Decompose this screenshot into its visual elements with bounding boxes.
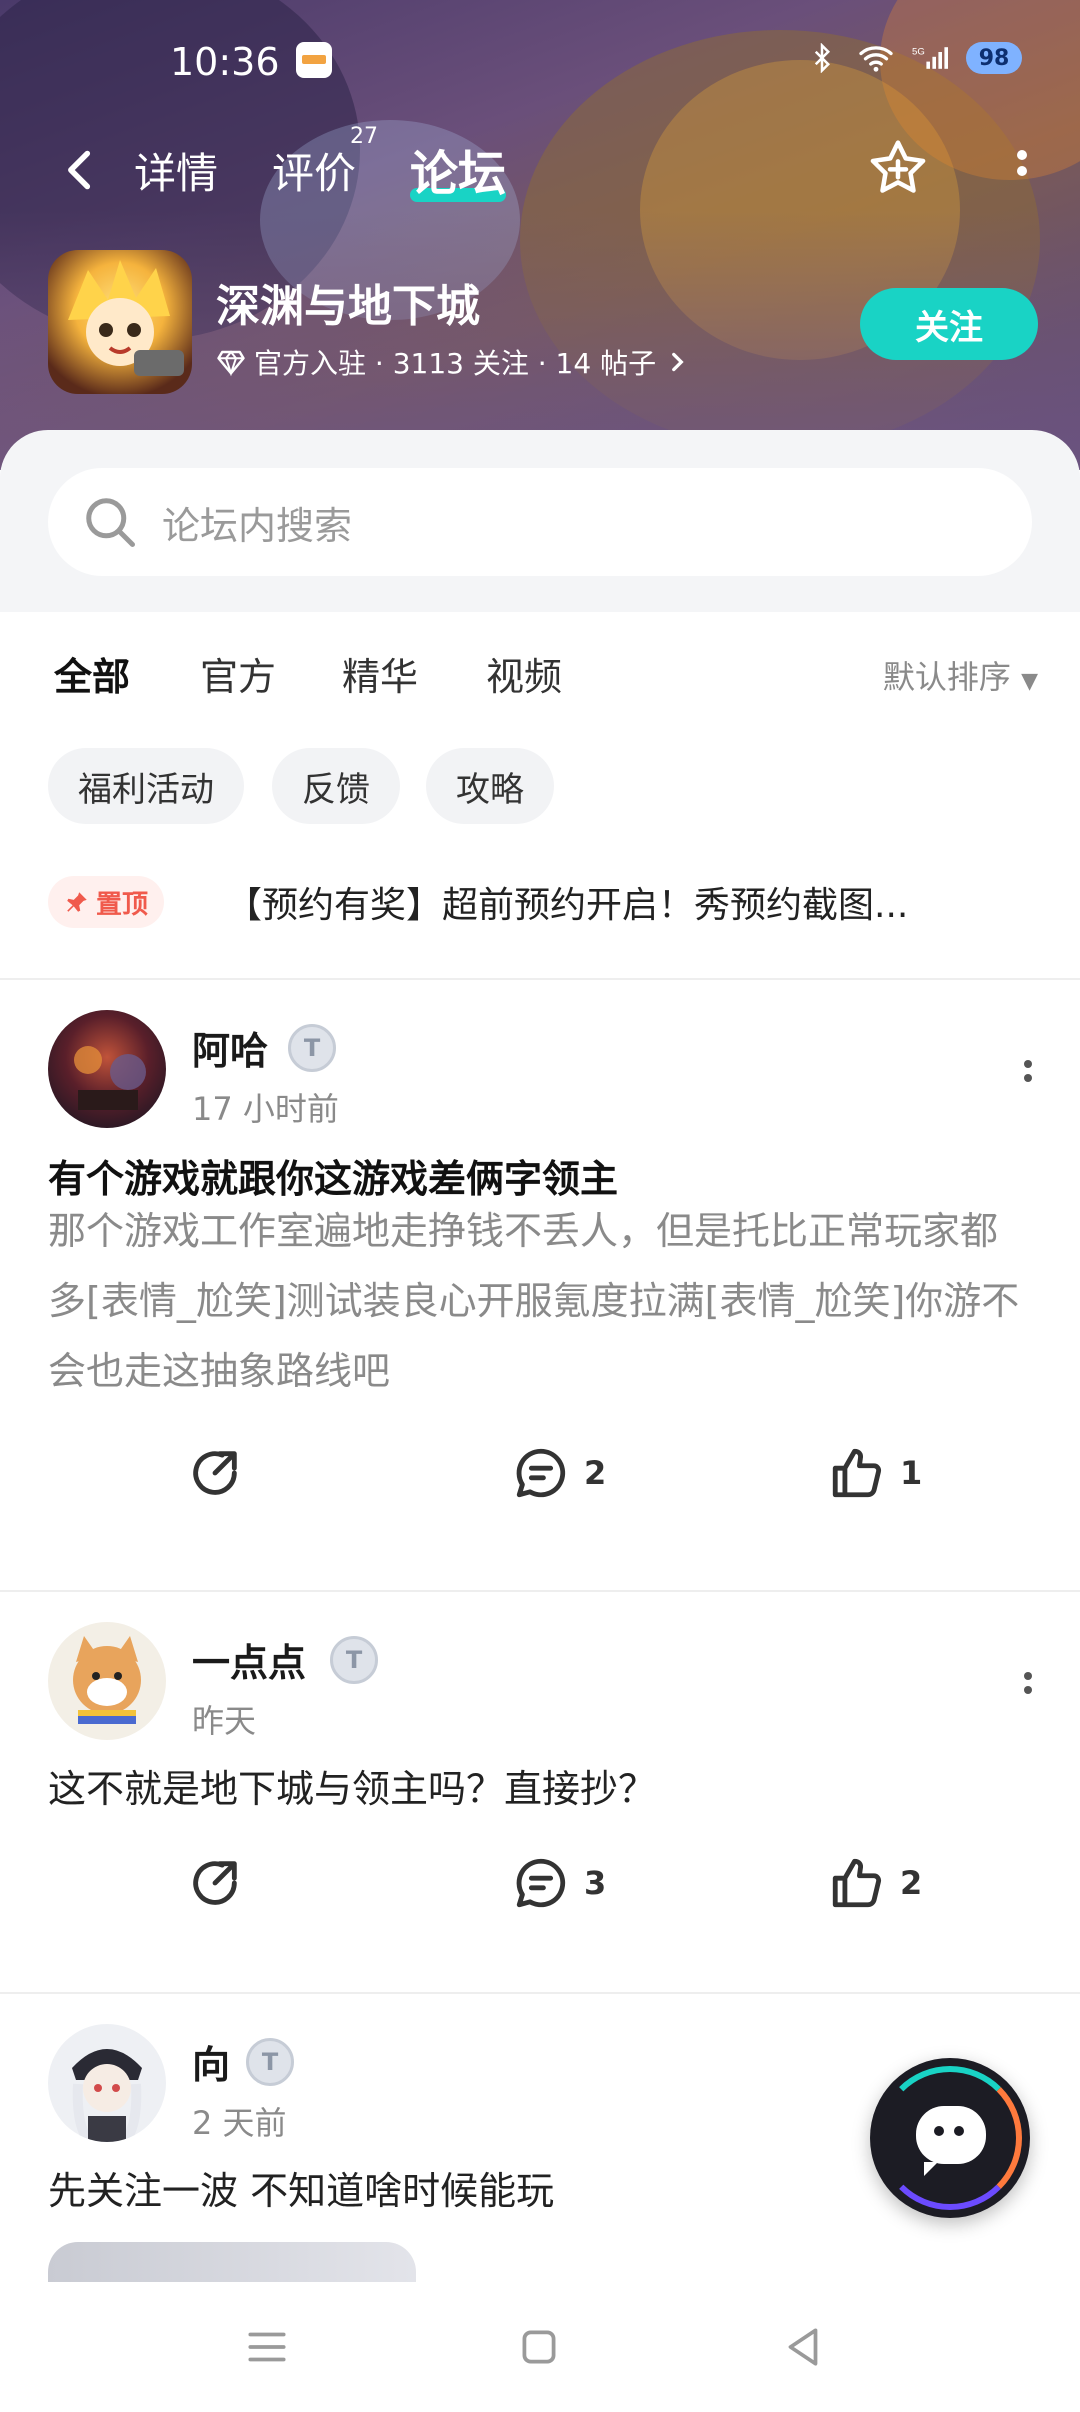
user-level-badge: T <box>246 2038 294 2086</box>
more-options-button[interactable] <box>1012 144 1032 196</box>
notification-app-icon <box>296 42 332 78</box>
pinned-badge: 置顶 <box>48 876 165 928</box>
like-button[interactable]: 1 <box>828 1438 922 1508</box>
avatar[interactable] <box>48 1010 166 1128</box>
post-author[interactable]: 向 <box>192 2034 230 2089</box>
sort-dropdown[interactable]: 默认排序 ▼ <box>883 652 1038 698</box>
top-navigation: 详情 评价 27 论坛 <box>0 124 1080 210</box>
post-more-button[interactable] <box>1020 1666 1036 1714</box>
chevron-right-icon <box>672 352 684 372</box>
avatar[interactable] <box>48 2024 166 2142</box>
user-level-badge: T <box>330 1636 378 1684</box>
post-text: 先关注一波 不知道啥时候能玩 <box>48 2169 555 2213</box>
post-actions: 3 2 <box>0 1848 1080 1918</box>
like-count: 2 <box>900 1864 923 1902</box>
filter-tab-featured[interactable]: 精华 <box>342 646 418 701</box>
tab-forum[interactable]: 论坛 <box>410 134 507 204</box>
back-button[interactable] <box>58 144 102 196</box>
post-text: 这不就是地下城与领主吗？直接抄？ <box>48 1767 657 1811</box>
chip-feedback[interactable]: 反馈 <box>272 748 400 824</box>
pinned-badge-label: 置顶 <box>96 889 149 920</box>
avatar[interactable] <box>48 1622 166 1740</box>
svg-text:5G: 5G <box>912 46 925 57</box>
reviews-count-badge: 27 <box>350 124 378 149</box>
post-time: 昨天 <box>192 1702 257 1740</box>
caret-down-icon: ▼ <box>1021 669 1038 694</box>
comment-button[interactable]: 3 <box>512 1848 606 1918</box>
post-body: 那个游戏工作室遍地走挣钱不丢人，但是托比正常玩家都多[表情_尬笑]测试装良心开服… <box>48 1209 1020 1393</box>
cellular-signal-icon: 5G <box>912 40 948 76</box>
user-level-badge: T <box>288 1024 336 1072</box>
star-plus-icon <box>870 140 926 193</box>
topic-chips: 福利活动 反馈 攻略 <box>0 740 1080 850</box>
pin-icon <box>67 892 87 912</box>
like-button[interactable]: 2 <box>828 1848 922 1918</box>
wifi-icon <box>858 40 894 76</box>
filter-tab-official[interactable]: 官方 <box>200 646 276 701</box>
comment-button[interactable]: 2 <box>512 1438 606 1508</box>
post-time: 17 小时前 <box>192 1090 339 1128</box>
status-time: 10:36 <box>170 40 280 84</box>
post-title: 有个游戏就跟你这游戏差俩字领主 <box>48 1157 619 1201</box>
filter-tabs: 全部 官方 精华 视频 默认排序 ▼ <box>0 612 1080 740</box>
comment-count: 3 <box>584 1864 607 1902</box>
bluetooth-icon <box>804 40 840 76</box>
game-title: 深渊与地下城 <box>216 281 480 332</box>
share-icon <box>193 1861 237 1905</box>
tab-reviews[interactable]: 评价 <box>272 140 356 201</box>
post-actions: 2 1 <box>0 1438 1080 1508</box>
share-button[interactable] <box>186 1848 244 1918</box>
diamond-verified-icon <box>217 350 245 377</box>
tab-details[interactable]: 详情 <box>134 140 218 201</box>
filter-tab-all-label: 全部 <box>54 655 131 699</box>
game-meta[interactable]: 官方入驻 · 3113 关注 · 14 帖子 <box>216 342 690 382</box>
filter-tab-all[interactable]: 全部 <box>54 646 130 701</box>
post-author[interactable]: 阿哈 <box>192 1020 268 1075</box>
add-favorite-button[interactable] <box>866 136 930 200</box>
post-time: 2 天前 <box>192 2104 287 2142</box>
chat-bubble-icon <box>916 2106 986 2176</box>
menu-lines-icon <box>248 2332 286 2362</box>
search-icon <box>86 498 135 547</box>
comment-icon <box>516 1448 566 1498</box>
comment-icon <box>516 1858 566 1908</box>
follow-button[interactable]: 关注 <box>860 288 1038 360</box>
forum-content: 全部 官方 精华 视频 默认排序 ▼ 福利活动 反馈 攻略 置顶 【预约有奖】超… <box>0 612 1080 2304</box>
thumbs-up-icon <box>832 1448 882 1498</box>
share-icon <box>193 1451 237 1495</box>
like-count: 1 <box>900 1454 923 1492</box>
square-icon <box>522 2330 556 2364</box>
game-meta-text: 官方入驻 · 3113 关注 · 14 帖子 <box>254 347 657 380</box>
triangle-back-icon <box>788 2328 818 2366</box>
game-info: 深渊与地下城 官方入驻 · 3113 关注 · 14 帖子 关注 <box>48 250 1038 400</box>
share-button[interactable] <box>186 1438 244 1508</box>
chip-welfare[interactable]: 福利活动 <box>48 748 244 824</box>
filter-tab-video[interactable]: 视频 <box>486 646 562 701</box>
home-button[interactable] <box>514 2322 564 2372</box>
search-placeholder: 论坛内搜索 <box>162 503 353 548</box>
system-back-button[interactable] <box>778 2322 828 2372</box>
post-card[interactable]: 阿哈 T 17 小时前 有个游戏就跟你这游戏差俩字领主 那个游戏工作室遍地走挣钱… <box>0 980 1080 1592</box>
chip-guides[interactable]: 攻略 <box>426 748 554 824</box>
sort-label: 默认排序 <box>882 658 1011 696</box>
floating-chat-button[interactable] <box>870 2058 1030 2218</box>
comment-count: 2 <box>584 1454 607 1492</box>
search-sheet: 论坛内搜索 <box>0 430 1080 612</box>
thumbs-up-icon <box>832 1858 882 1908</box>
pinned-post[interactable]: 置顶 【预约有奖】超前预约开启！秀预约截图... <box>0 850 1080 980</box>
recent-apps-button[interactable] <box>242 2322 292 2372</box>
status-bar: 10:36 5G 98 <box>0 34 1080 90</box>
pinned-post-title: 【预约有奖】超前预约开启！秀预约截图... <box>226 885 909 926</box>
tab-forum-label: 论坛 <box>410 146 507 202</box>
battery-indicator: 98 <box>966 42 1022 74</box>
forum-search-input[interactable]: 论坛内搜索 <box>48 468 1032 576</box>
post-card[interactable]: 一点点 T 昨天 这不就是地下城与领主吗？直接抄？ 3 2 <box>0 1592 1080 1994</box>
post-more-button[interactable] <box>1020 1054 1036 1102</box>
system-navigation-bar <box>0 2282 1080 2412</box>
post-author[interactable]: 一点点 <box>192 1632 306 1687</box>
game-avatar[interactable] <box>48 250 192 394</box>
